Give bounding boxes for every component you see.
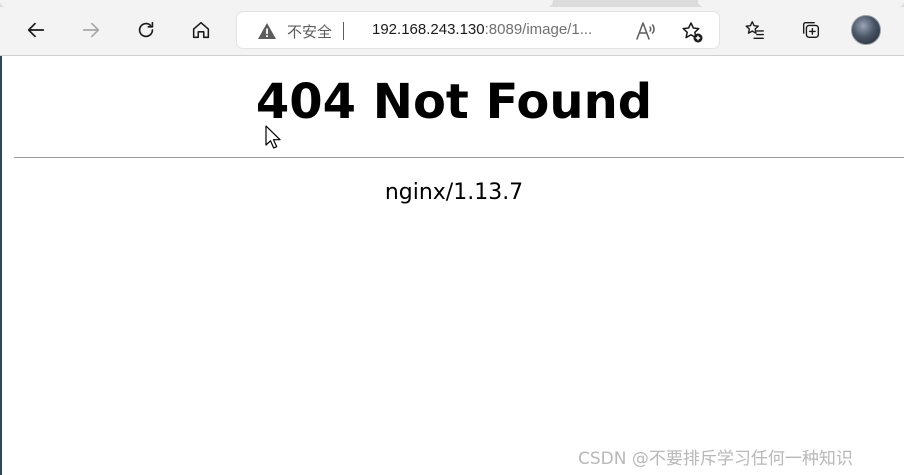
- address-bar[interactable]: 不安全 192.168.243.130:8089/image/1...: [237, 12, 719, 48]
- divider: [14, 157, 904, 158]
- home-icon: [192, 21, 210, 39]
- tab-active[interactable]: [0, 0, 553, 7]
- url-path: :8089/image/1...: [484, 21, 593, 38]
- mouse-cursor-icon: [265, 125, 281, 149]
- favorites-list-icon: [745, 21, 764, 39]
- warning-icon[interactable]: [257, 21, 277, 41]
- page-title: 404 Not Found: [255, 74, 653, 130]
- tab-strip: [0, 0, 904, 7]
- browser-toolbar: 不安全 192.168.243.130:8089/image/1...: [0, 0, 904, 56]
- refresh-button[interactable]: [130, 14, 162, 46]
- page-content: 404 Not Found nginx/1.13.7: [0, 56, 904, 475]
- back-button[interactable]: [20, 14, 52, 46]
- url-host: 192.168.243.130: [372, 21, 485, 38]
- watermark: CSDN @不要排斥学习任何一种知识: [578, 449, 853, 469]
- forward-button[interactable]: [75, 14, 107, 46]
- add-favorite-icon[interactable]: [680, 20, 704, 44]
- refresh-icon: [138, 21, 154, 38]
- home-button[interactable]: [185, 14, 217, 46]
- url-text[interactable]: 192.168.243.130:8089/image/1...: [372, 21, 592, 38]
- profile-avatar[interactable]: [851, 15, 881, 45]
- back-arrow-icon: [27, 22, 45, 38]
- forward-arrow-icon: [82, 22, 100, 38]
- collections-button[interactable]: [795, 14, 827, 46]
- read-aloud-icon[interactable]: [635, 20, 657, 42]
- favorites-button[interactable]: [739, 14, 771, 46]
- collections-icon: [802, 21, 820, 39]
- tab-inactive[interactable]: [698, 0, 904, 7]
- server-version: nginx/1.13.7: [384, 180, 524, 205]
- address-separator: [343, 22, 344, 40]
- security-label[interactable]: 不安全: [287, 21, 332, 42]
